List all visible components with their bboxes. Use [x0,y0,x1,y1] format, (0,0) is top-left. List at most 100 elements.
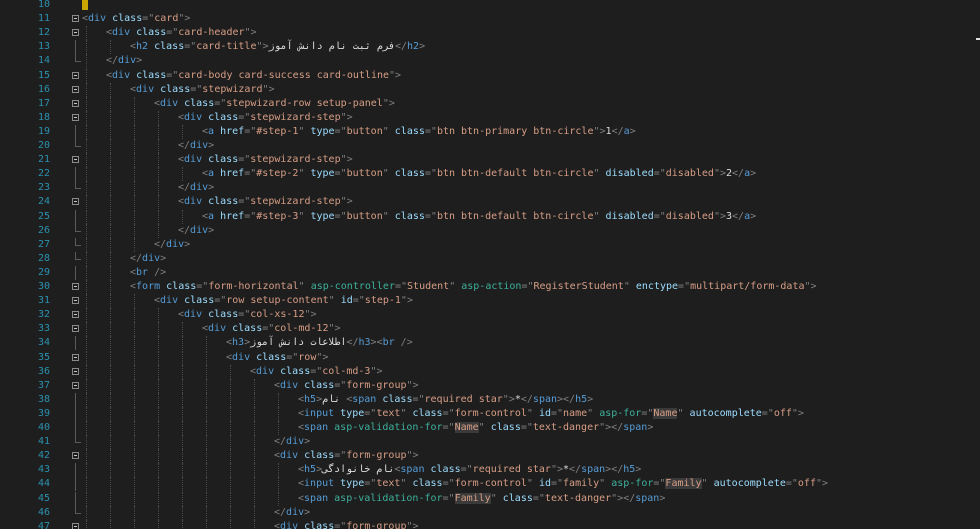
code-token: =" [214,97,227,109]
fold-toggle-icon[interactable] [72,522,79,529]
indent-guide [206,392,207,407]
fold-toggle-icon[interactable] [72,325,79,333]
code-token: "> [340,154,353,166]
fold-toggle-icon[interactable] [72,283,79,290]
code-line[interactable]: 23 </div> [0,181,980,196]
code-line[interactable]: 10 [0,0,980,12]
code-line[interactable]: 41 </div> [0,435,980,450]
code-line[interactable]: 17 <div class="stepwizard-row setup-panel… [0,96,980,111]
fold-toggle-icon[interactable] [72,353,79,361]
code-line[interactable]: 27 </div> [0,237,980,252]
code-line[interactable]: 46 </div> [0,505,980,520]
code-token: class [232,323,263,335]
fold-toggle-icon[interactable] [72,85,79,93]
code-line[interactable]: 19 <a href="#step-1" type="button" class=… [0,124,980,139]
code-token: div [184,309,203,321]
fold-toggle-icon[interactable] [72,15,79,23]
code-token: div [166,238,185,250]
indent-guide [86,364,87,379]
code-line[interactable]: 37 <div class="form-group"> [0,378,980,393]
code-line[interactable]: 13 <h2 class="card-title">فرم ثبت نام دان… [0,40,980,55]
fold-toggle-icon[interactable] [72,452,79,460]
code-line[interactable]: 47 <div class="form-group"> [0,519,980,529]
code-token: RegisterStudent [533,281,624,292]
code-token: id [340,295,353,307]
code-line[interactable]: 20 </div> [0,139,980,153]
code-token: h5 [304,393,317,405]
indent-guide [278,406,279,421]
fold-toggle-icon[interactable] [72,71,79,79]
fold-toggle-icon[interactable] [72,29,79,37]
fold-toggle-icon[interactable] [72,311,79,319]
code-line[interactable]: 34 <h3>اطلاعات دانش آموز</h3><br /> [0,336,980,351]
code-line[interactable]: 26 </div> [0,223,980,238]
code-token: type [310,210,335,222]
code-token: =" [442,407,455,419]
code-token: button [346,168,383,180]
fold-toggle-icon[interactable] [72,367,79,375]
code-line[interactable]: 31 <div class="row setup-content" id="ste… [0,294,980,309]
fold-toggle-icon[interactable] [72,156,79,164]
code-token: =" [184,41,197,53]
line-number: 14 [37,55,50,67]
code-token: "> [370,365,383,377]
fold-toggle-icon[interactable] [72,198,79,206]
indent-guide [110,82,111,97]
code-line[interactable]: 32 <div class="col-xs-12"> [0,308,980,323]
fold-toggle-icon[interactable] [72,381,79,389]
code-line[interactable]: 36 <div class="col-md-3"> [0,364,980,379]
code-line[interactable]: 16 <div class="stepwizard"> [0,82,980,97]
code-line[interactable]: 15 <div class="card-body card-success car… [0,68,980,83]
code-line[interactable]: 45 <span asp-validation-for="Family" clas… [0,491,980,506]
code-editor[interactable]: 10 11 <div class="card"> 12 <div class="card… [0,0,980,529]
code-token: > [184,238,191,250]
scrollbar-marker[interactable] [976,38,980,40]
indent-guide [86,308,87,323]
code-line[interactable]: 39 <input type="text" class="form-control… [0,406,980,421]
line-number: 46 [37,506,50,518]
fold-toggle-icon[interactable] [72,99,79,107]
indent-guide [134,491,135,506]
fold-guide [75,124,76,139]
code-token: class [208,111,239,123]
code-token: "> [791,407,804,419]
code-line[interactable]: 25 <a href="#step-3" type="button" class=… [0,209,980,224]
code-token: required star [424,393,503,405]
code-line[interactable]: 11 <div class="card"> [0,12,980,26]
code-line[interactable]: 33 <div class="col-md-12"> [0,322,980,337]
line-number: 23 [37,182,50,194]
code-line[interactable]: 43 <h5>نام خانوادگی<span class="required … [0,463,980,478]
code-line[interactable]: 29 <br /> [0,265,980,280]
code-line[interactable]: 38 <h5>نام <span class="required star">*<… [0,392,980,407]
code-line[interactable]: 44 <input type="text" class="form-control… [0,477,980,492]
code-line[interactable]: 24 <div class="stepwizard-step"> [0,195,980,210]
code-line[interactable]: 42 <div class="form-group"> [0,449,980,464]
code-line[interactable]: 28 </div> [0,251,980,266]
code-text: <div class="card-body card-success card-… [106,69,401,83]
indent-guide [206,421,207,435]
code-line[interactable]: 30 <form class="form-horizontal" asp-cont… [0,280,980,294]
code-token: =" [238,309,251,321]
fold-toggle-icon[interactable] [72,297,79,305]
indent-guide [182,336,183,351]
indent-guide [86,110,87,125]
code-line[interactable]: 14 </div> [0,54,980,69]
code-text: <div class="card"> [82,12,190,26]
code-text: <a href="#step-2" type="button" class="b… [202,167,756,181]
code-token: asp-validation-for [334,422,443,433]
code-token: card-title [196,41,257,53]
code-token: row [298,351,317,363]
indent-guide [158,181,159,196]
code-line[interactable]: 35 <div class="row"> [0,350,980,365]
line-number: 12 [37,27,50,39]
code-line[interactable]: 18 <div class="stepwizard-step"> [0,110,980,125]
code-line[interactable]: 21 <div class="stepwizard-step"> [0,153,980,168]
code-line[interactable]: 22 <a href="#step-2" type="button" class=… [0,167,980,182]
fold-toggle-icon[interactable] [72,113,79,121]
code-line[interactable]: 12 <div class="card-header"> [0,26,980,41]
code-line[interactable]: 40 <span asp-validation-for="Name" class=… [0,421,980,435]
code-text: <div class="col-xs-12"> [178,308,317,322]
code-token: "> [340,196,353,208]
code-token: </ [130,252,143,264]
code-token: "> [256,41,269,53]
